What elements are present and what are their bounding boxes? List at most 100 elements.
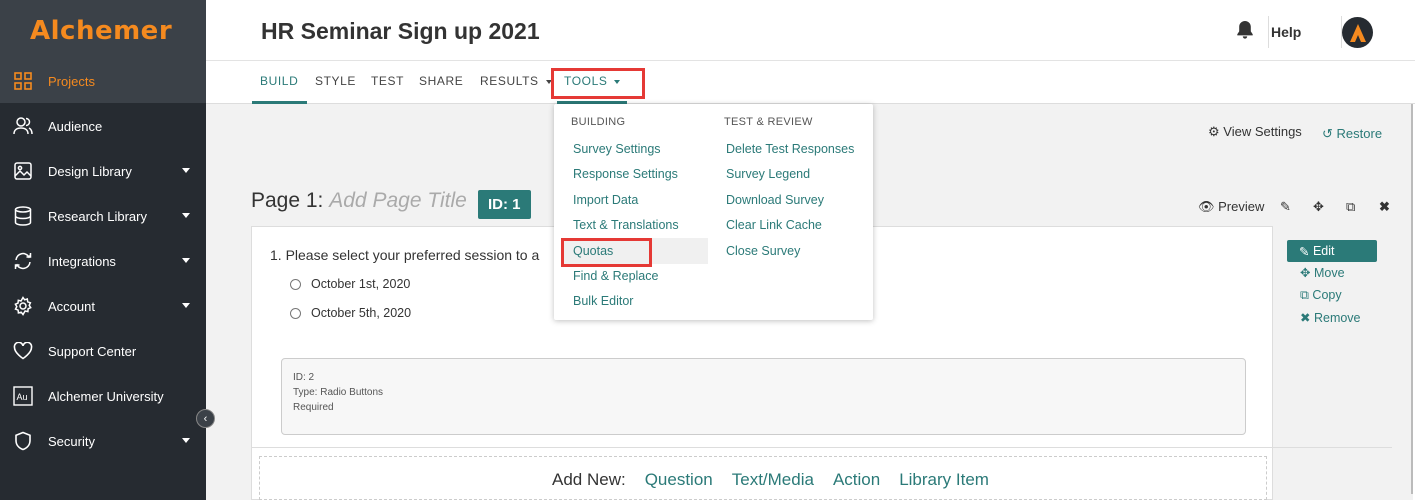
restore-button[interactable]: ↺ Restore: [1322, 126, 1382, 142]
caret-down-icon: [182, 438, 190, 443]
caret-down-icon: [182, 213, 190, 218]
view-settings-label: View Settings: [1223, 124, 1302, 139]
sidebar-item-security[interactable]: Security: [0, 419, 206, 463]
question-id: ID: 2: [293, 372, 315, 383]
page-id-badge: ID: 1: [478, 190, 531, 219]
sidebar-item-account[interactable]: Account: [0, 284, 206, 328]
restore-icon: ↺: [1322, 126, 1333, 141]
alchemer-logo[interactable]: Alchemer: [0, 0, 206, 61]
add-action-link[interactable]: Action: [833, 470, 880, 490]
sidebar-item-label: Support Center: [48, 343, 137, 359]
bell-icon[interactable]: [1236, 20, 1254, 45]
page-heading: Page 1: Add Page Title: [251, 189, 467, 213]
tab-test[interactable]: TEST: [371, 74, 404, 88]
remove-label: Remove: [1313, 311, 1361, 325]
page-title-placeholder[interactable]: Add Page Title: [329, 189, 467, 212]
tab-share[interactable]: SHARE: [419, 74, 463, 88]
radio-button[interactable]: [290, 307, 301, 319]
sync-icon: [12, 250, 34, 272]
sidebar-item-design-library[interactable]: Design Library: [0, 149, 206, 193]
divider: [1268, 16, 1269, 48]
radio-option[interactable]: October 1st, 2020: [290, 277, 410, 291]
scrollbar[interactable]: [1411, 104, 1413, 494]
eye-icon: 👁: [1198, 199, 1215, 214]
tab-results[interactable]: RESULTS: [480, 74, 552, 88]
close-icon[interactable]: ✖: [1379, 199, 1390, 215]
close-icon: ✖: [1300, 311, 1311, 325]
copy-icon: ⧉: [1300, 288, 1309, 302]
sidebar-item-research-library[interactable]: Research Library: [0, 194, 206, 238]
menu-item-delete-test-responses[interactable]: Delete Test Responses: [726, 142, 854, 156]
pencil-icon: ✎: [1299, 244, 1310, 259]
add-new-bar: Add New: Question Text/Media Action Libr…: [552, 470, 989, 490]
sidebar: Alchemer Projects Audience Design Librar…: [0, 0, 206, 500]
option-label: October 5th, 2020: [311, 306, 412, 320]
menu-item-download-survey[interactable]: Download Survey: [726, 193, 824, 207]
preview-label: Preview: [1218, 199, 1265, 214]
add-text-media-link[interactable]: Text/Media: [732, 470, 814, 490]
sidebar-collapse-button[interactable]: ‹: [196, 409, 215, 428]
move-button[interactable]: ✥ Move: [1300, 265, 1345, 280]
menu-item-response-settings[interactable]: Response Settings: [573, 167, 678, 181]
menu-item-survey-settings[interactable]: Survey Settings: [573, 142, 661, 156]
copy-button[interactable]: ⧉ Copy: [1300, 288, 1342, 303]
add-new-label: Add New:: [552, 470, 626, 489]
page-title: HR Seminar Sign up 2021: [261, 18, 540, 44]
sidebar-item-label: Audience: [48, 118, 103, 134]
sidebar-item-alchemer-university[interactable]: Au Alchemer University: [0, 374, 206, 418]
copy-icon[interactable]: ⧉: [1346, 199, 1355, 215]
caret-down-icon: [182, 303, 190, 308]
gear-icon: [12, 295, 34, 317]
sidebar-item-label: Research Library: [48, 208, 147, 224]
highlight-box: [551, 68, 645, 99]
tab-bar: BUILD STYLE TEST SHARE RESULTS TOOLS: [206, 61, 1415, 104]
view-settings-button[interactable]: ⚙ View Settings: [1208, 124, 1302, 140]
menu-item-bulk-editor[interactable]: Bulk Editor: [573, 294, 633, 308]
tools-dropdown-menu: BUILDING TEST & REVIEW Survey Settings R…: [554, 104, 873, 320]
remove-button[interactable]: ✖ Remove: [1300, 310, 1361, 325]
image-icon: [12, 160, 34, 182]
svg-text:Au: Au: [17, 392, 28, 402]
tab-results-label: RESULTS: [480, 74, 539, 88]
menu-item-import-data[interactable]: Import Data: [573, 193, 638, 207]
option-label: October 1st, 2020: [311, 277, 411, 291]
question-meta: ID: 2 Type: Radio Buttons Required: [281, 358, 1246, 435]
sidebar-item-label: Integrations: [48, 253, 116, 269]
tab-style[interactable]: STYLE: [315, 74, 356, 88]
pencil-icon[interactable]: ✎: [1280, 199, 1291, 215]
sidebar-item-label: Design Library: [48, 163, 132, 179]
edit-button[interactable]: ✎ Edit: [1287, 240, 1377, 262]
menu-item-close-survey[interactable]: Close Survey: [726, 244, 800, 258]
menu-heading-test-review: TEST & REVIEW: [724, 116, 813, 128]
question-title: 1. Please select your preferred session …: [270, 247, 540, 263]
sidebar-item-support-center[interactable]: Support Center: [0, 329, 206, 373]
move-icon[interactable]: ✥: [1313, 199, 1324, 215]
menu-item-find-replace[interactable]: Find & Replace: [573, 269, 658, 283]
heart-icon: [12, 340, 34, 362]
database-icon: [12, 205, 34, 227]
radio-button[interactable]: [290, 278, 301, 290]
sidebar-item-label: Security: [48, 433, 95, 449]
shield-icon: [12, 430, 34, 452]
menu-item-clear-link-cache[interactable]: Clear Link Cache: [726, 218, 822, 232]
page-prefix: Page 1:: [251, 189, 324, 212]
tab-build[interactable]: BUILD: [260, 74, 298, 88]
sidebar-item-audience[interactable]: Audience: [0, 104, 206, 148]
caret-down-icon: [182, 258, 190, 263]
avatar[interactable]: [1342, 17, 1373, 48]
users-icon: [12, 115, 34, 137]
add-library-item-link[interactable]: Library Item: [899, 470, 989, 490]
divider: [251, 447, 1392, 448]
sidebar-item-projects[interactable]: Projects: [0, 59, 206, 103]
radio-option[interactable]: October 5th, 2020: [290, 306, 411, 320]
menu-heading-building: BUILDING: [571, 116, 626, 128]
sidebar-item-integrations[interactable]: Integrations: [0, 239, 206, 283]
menu-item-survey-legend[interactable]: Survey Legend: [726, 167, 810, 181]
add-question-link[interactable]: Question: [645, 470, 713, 490]
preview-button[interactable]: 👁 Preview: [1198, 199, 1264, 215]
help-link[interactable]: Help: [1271, 24, 1301, 40]
menu-item-text-translations[interactable]: Text & Translations: [573, 218, 679, 232]
restore-label: Restore: [1336, 126, 1383, 141]
question-type: Type: Radio Buttons: [293, 387, 384, 398]
sidebar-item-label: Alchemer University: [48, 388, 164, 404]
